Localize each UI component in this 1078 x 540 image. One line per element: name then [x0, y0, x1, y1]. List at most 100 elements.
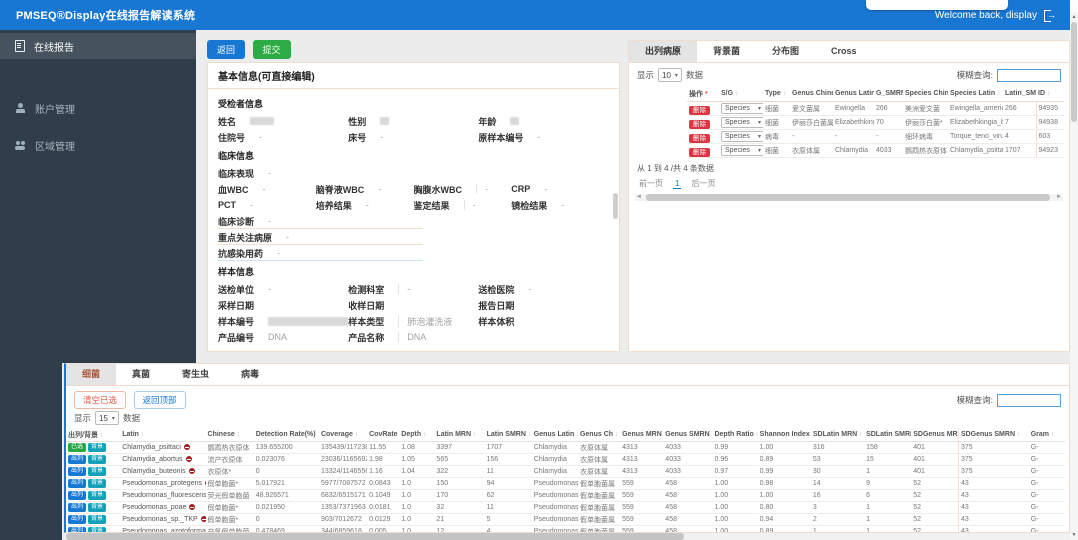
remove-icon[interactable]: [186, 456, 192, 462]
pathogen-tab[interactable]: 出列病原: [629, 41, 697, 62]
back-button[interactable]: 返回: [207, 40, 245, 59]
scroll-right-icon[interactable]: ►: [1056, 194, 1062, 201]
column-header[interactable]: Detection Rate(%): [254, 428, 319, 442]
remove-icon[interactable]: [189, 468, 195, 474]
column-header[interactable]: Genus SMRN: [663, 428, 712, 442]
column-header[interactable]: Latin MRN: [434, 428, 484, 442]
column-header[interactable]: Genus MRN: [620, 428, 663, 442]
species-tab[interactable]: 病毒: [225, 364, 275, 385]
pathogen-tab[interactable]: 分布图: [756, 41, 815, 62]
page-size-select[interactable]: 10▾: [658, 68, 682, 82]
prev-page-button[interactable]: 前一页: [639, 178, 663, 189]
column-header[interactable]: Latin SMRN: [485, 428, 532, 442]
column-header[interactable]: ID: [1036, 86, 1064, 102]
remove-icon[interactable]: [205, 480, 206, 486]
column-header[interactable]: Genus Latin: [532, 428, 578, 442]
column-header[interactable]: Species Chinese: [903, 86, 948, 102]
column-header[interactable]: Gram: [1029, 428, 1065, 442]
column-header[interactable]: Shannon Index: [758, 428, 811, 442]
remove-icon[interactable]: [189, 504, 195, 510]
pathogen-cell: 603: [1036, 130, 1064, 144]
row-state-button[interactable]: 已选: [68, 443, 86, 452]
scroll-left-icon[interactable]: ◄: [636, 194, 642, 201]
pathogen-tab[interactable]: Cross: [815, 41, 873, 62]
species-fuzzy-search-input[interactable]: [997, 394, 1061, 407]
species-tab[interactable]: 细菌: [66, 364, 116, 385]
column-header[interactable]: S/G: [719, 86, 763, 102]
horizontal-scrollbar-thumb[interactable]: [646, 194, 1050, 201]
sidebar-item-region-management[interactable]: 区域管理: [0, 132, 196, 158]
fuzzy-search-input[interactable]: [997, 69, 1061, 82]
species-cell: 23036/1165692: [319, 454, 367, 466]
species-select[interactable]: Species▾: [721, 117, 763, 128]
species-cell: 458: [663, 514, 712, 526]
column-header[interactable]: SDLatin MRN: [811, 428, 864, 442]
column-header[interactable]: SDLatin SMRN: [864, 428, 911, 442]
panel-scrollbar-thumb[interactable]: [613, 193, 618, 219]
page-horizontal-scrollbar-thumb[interactable]: [66, 533, 684, 540]
submit-button[interactable]: 提交: [253, 40, 291, 59]
column-header[interactable]: Genus Chinese: [790, 86, 833, 102]
column-header[interactable]: Type: [763, 86, 790, 102]
sidebar-item-online-reports[interactable]: 在线报告: [0, 33, 196, 59]
field-value: -: [537, 132, 540, 142]
column-header[interactable]: Depth: [399, 428, 434, 442]
column-header-label: Type: [765, 90, 781, 97]
delete-button[interactable]: 删除: [689, 120, 710, 129]
back-to-top-button[interactable]: 返回顶部: [134, 391, 186, 409]
row-state-button[interactable]: 出列: [68, 455, 86, 464]
row-bg-button[interactable]: 背景: [88, 443, 106, 452]
column-header[interactable]: Chinese: [206, 428, 254, 442]
row-state-button[interactable]: 出列: [68, 515, 86, 524]
column-header[interactable]: Species Latin: [948, 86, 1003, 102]
row-bg-button[interactable]: 背景: [88, 467, 106, 476]
row-state-button[interactable]: 出列: [68, 503, 86, 512]
field-label: PCT: [218, 200, 236, 210]
scroll-up-icon[interactable]: ▲: [1070, 14, 1078, 20]
page-number[interactable]: 1: [673, 179, 681, 189]
delete-button[interactable]: 删除: [689, 106, 710, 115]
column-header[interactable]: SDGenus SMRN: [958, 428, 1028, 442]
row-bg-button[interactable]: 背景: [88, 515, 106, 524]
column-header[interactable]: Depth Ratio: [712, 428, 757, 442]
column-header[interactable]: Coverage: [319, 428, 367, 442]
next-page-button[interactable]: 后一页: [691, 178, 715, 189]
species-select[interactable]: Species▾: [721, 103, 763, 114]
species-cell: 1353/7371963: [319, 502, 367, 514]
delete-button[interactable]: 删除: [689, 134, 710, 143]
form-field: 血WBC-: [218, 183, 316, 196]
remove-icon[interactable]: [201, 516, 206, 522]
column-header[interactable]: Latin: [120, 428, 205, 442]
scroll-down-icon[interactable]: ▼: [1070, 532, 1078, 538]
column-header[interactable]: G_SMRN: [874, 86, 903, 102]
remove-icon[interactable]: [184, 444, 190, 450]
vertical-scrollbar-thumb[interactable]: [1071, 22, 1077, 122]
column-header[interactable]: 操作: [687, 86, 719, 102]
species-select[interactable]: Species▾: [721, 145, 763, 156]
row-bg-button[interactable]: 背景: [88, 503, 106, 512]
logout-icon[interactable]: [1044, 10, 1054, 21]
row-bg-button[interactable]: 背景: [88, 479, 106, 488]
clear-selected-button[interactable]: 清空已选: [74, 391, 126, 409]
species-tab[interactable]: 真菌: [116, 364, 166, 385]
column-header[interactable]: SDGenus MRN: [911, 428, 958, 442]
row-state-button[interactable]: 出列: [68, 479, 86, 488]
row-bg-button[interactable]: 背景: [88, 491, 106, 500]
sidebar-item-account-management[interactable]: 账户管理: [0, 95, 196, 121]
species-page-size-select[interactable]: 15▾: [95, 411, 119, 425]
column-header[interactable]: CovRate: [367, 428, 399, 442]
row-state-button[interactable]: 出列: [68, 467, 86, 476]
column-header[interactable]: 出列/背景: [66, 428, 120, 442]
column-header[interactable]: Genus Latin: [833, 86, 874, 102]
column-header-label: Species Latin: [950, 90, 995, 97]
row-bg-button[interactable]: 背景: [88, 455, 106, 464]
column-header[interactable]: Genus Ch: [578, 428, 620, 442]
species-select[interactable]: Species▾: [721, 131, 763, 142]
species-tab[interactable]: 寄生虫: [166, 364, 225, 385]
species-cell: 43: [958, 514, 1028, 526]
delete-button[interactable]: 删除: [689, 148, 710, 157]
pathogen-tab[interactable]: 背景菌: [697, 41, 756, 62]
row-state-button[interactable]: 出列: [68, 491, 86, 500]
column-header[interactable]: Latin_SMRN: [1003, 86, 1036, 102]
latin-name: Chlamydia_buteonis: [122, 468, 185, 475]
